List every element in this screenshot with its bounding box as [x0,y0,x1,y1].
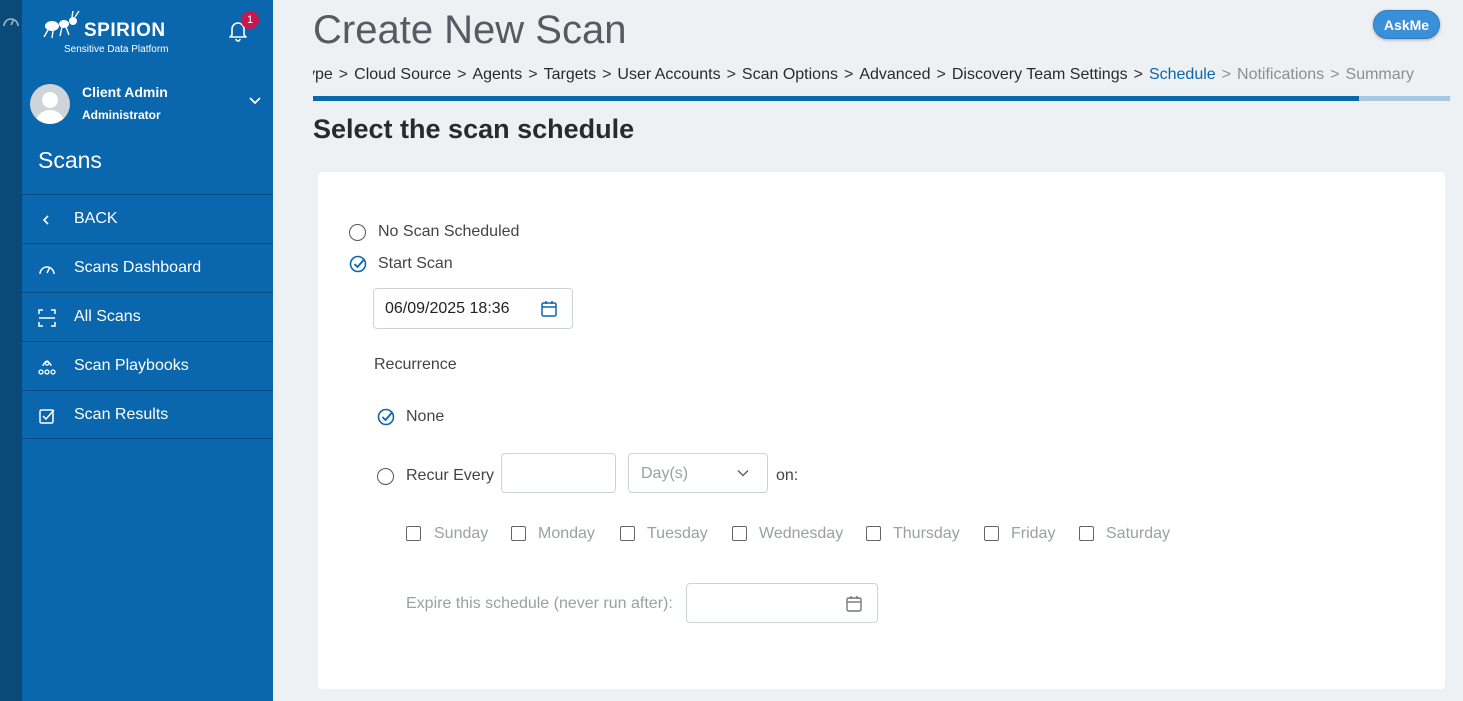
sidebar-item-scan-playbooks[interactable]: Scan Playbooks [22,341,273,390]
wizard-step-targets[interactable]: Targets [544,66,596,83]
sidebar-item-label: Scan Results [74,406,169,423]
step-separator: > [1221,66,1232,83]
day-label-saturday: Saturday [1106,525,1171,542]
day-label-tuesday: Tuesday [647,525,708,542]
recur-none-radio-checked-icon[interactable] [377,408,395,426]
calendar-icon[interactable] [845,595,863,613]
step-separator: > [1133,66,1143,83]
askme-button[interactable]: AskMe [1373,10,1440,39]
wizard-step-cloud-source[interactable]: Cloud Source [354,66,451,83]
sidebar-item-scans-dashboard[interactable]: Scans Dashboard [22,243,273,292]
expire-date-input[interactable] [686,583,878,623]
start-datetime-input[interactable]: 06/09/2025 18:36 [373,288,573,329]
wizard-step-discovery-team-settings[interactable]: Discovery Team Settings [952,66,1128,83]
wizard-step-notifications[interactable]: Notifications [1237,66,1324,83]
calendar-icon[interactable] [540,300,558,318]
brand-subtitle: Sensitive Data Platform [64,44,169,55]
brand-name: SPIRION [84,20,166,41]
day-checkbox-saturday[interactable] [1079,526,1094,541]
wizard-step-user-accounts[interactable]: User Accounts [617,66,720,83]
user-name: Client Admin [82,84,168,100]
wizard-step-agents[interactable]: Agents [472,66,522,83]
no-scan-label: No Scan Scheduled [378,223,520,240]
no-scan-radio[interactable] [349,224,366,241]
avatar [30,84,70,124]
spirion-logo[interactable]: SPIRION Sensitive Data Platform [40,10,190,58]
playbook-icon [38,360,56,375]
dashboard-gauge-icon[interactable] [2,14,20,28]
section-heading: Select the scan schedule [313,114,635,144]
day-label-sunday: Sunday [434,525,489,542]
step-separator: > [457,66,467,83]
user-profile[interactable]: Client Admin Administrator [30,84,273,128]
start-scan-radio-checked-icon[interactable] [349,255,367,273]
on-label: on: [776,467,799,484]
chevron-down-icon[interactable] [248,96,262,106]
recur-unit-placeholder: Day(s) [641,465,689,482]
sidebar-item-label: Scan Playbooks [74,357,189,374]
expire-label: Expire this schedule (never run after): [406,595,673,612]
day-checkbox-wednesday[interactable] [732,526,747,541]
step-separator: > [726,66,736,83]
wizard-steps: ype > Cloud Source > Agents > Targets > User Acc… [313,66,1450,88]
step-separator: > [338,66,349,83]
recurrence-label: Recurrence [374,356,457,373]
recur-every-label: Recur Every [406,467,495,484]
page-title: Create New Scan [313,8,627,52]
checkbox-check-icon [39,409,55,424]
sidebar-section-title: Scans [38,147,102,173]
day-label-thursday: Thursday [893,525,960,542]
step-separator: > [936,66,946,83]
schedule-card: No Scan Scheduled Start Scan 06/09/2025 … [318,172,1445,689]
wizard-step-summary[interactable]: Summary [1346,66,1414,83]
recur-unit-select[interactable]: Day(s) [628,453,768,493]
sidebar-item-scan-results[interactable]: Scan Results [22,390,273,439]
recur-none-label: None [406,408,445,425]
sidebar-item-label: All Scans [74,308,141,325]
sidebar-item-label: Scans Dashboard [74,259,202,276]
start-datetime-value: 06/09/2025 18:36 [385,300,510,317]
recur-every-radio[interactable] [377,468,394,485]
step-separator: > [528,66,538,83]
wizard-step-scan-options[interactable]: Scan Options [742,66,838,83]
step-separator: > [1330,66,1340,83]
step-separator: > [602,66,612,83]
wizard-step-schedule[interactable]: Schedule [1149,66,1216,83]
step-separator: > [843,66,854,83]
dashboard-gauge-icon [39,266,55,275]
day-label-friday: Friday [1011,525,1056,542]
wizard-progress-bar [313,96,1450,101]
user-role: Administrator [82,108,161,122]
day-label-monday: Monday [538,525,595,542]
wizard-progress-fill [313,96,1360,101]
scan-frame-icon [38,309,56,327]
day-checkbox-thursday[interactable] [866,526,881,541]
day-checkbox-monday[interactable] [511,526,526,541]
start-scan-label: Start Scan [378,255,453,272]
sidebar-nav: BACK Scans Dashboard All Scans Scan Play… [22,194,273,439]
sidebar-item-all-scans[interactable]: All Scans [22,292,273,341]
day-checkbox-tuesday[interactable] [620,526,635,541]
day-checkbox-friday[interactable] [984,526,999,541]
recur-count-input[interactable] [501,453,616,493]
chevron-down-icon [737,469,749,477]
wizard-step-ype[interactable]: ype [313,66,333,83]
wizard-step-advanced[interactable]: Advanced [859,66,930,83]
sidebar: SPIRION Sensitive Data Platform 1 Client… [22,0,273,701]
sidebar-item-back[interactable]: BACK [22,194,273,243]
day-checkbox-sunday[interactable] [406,526,421,541]
main-content: Create New Scan AskMe ype > Cloud Source > A… [273,0,1463,701]
notification-badge: 1 [241,11,259,29]
app-rail [0,0,22,701]
day-label-wednesday: Wednesday [759,525,844,542]
sidebar-item-label: BACK [74,210,118,227]
ant-logo-icon [43,10,80,39]
chevron-left-icon [42,215,49,225]
